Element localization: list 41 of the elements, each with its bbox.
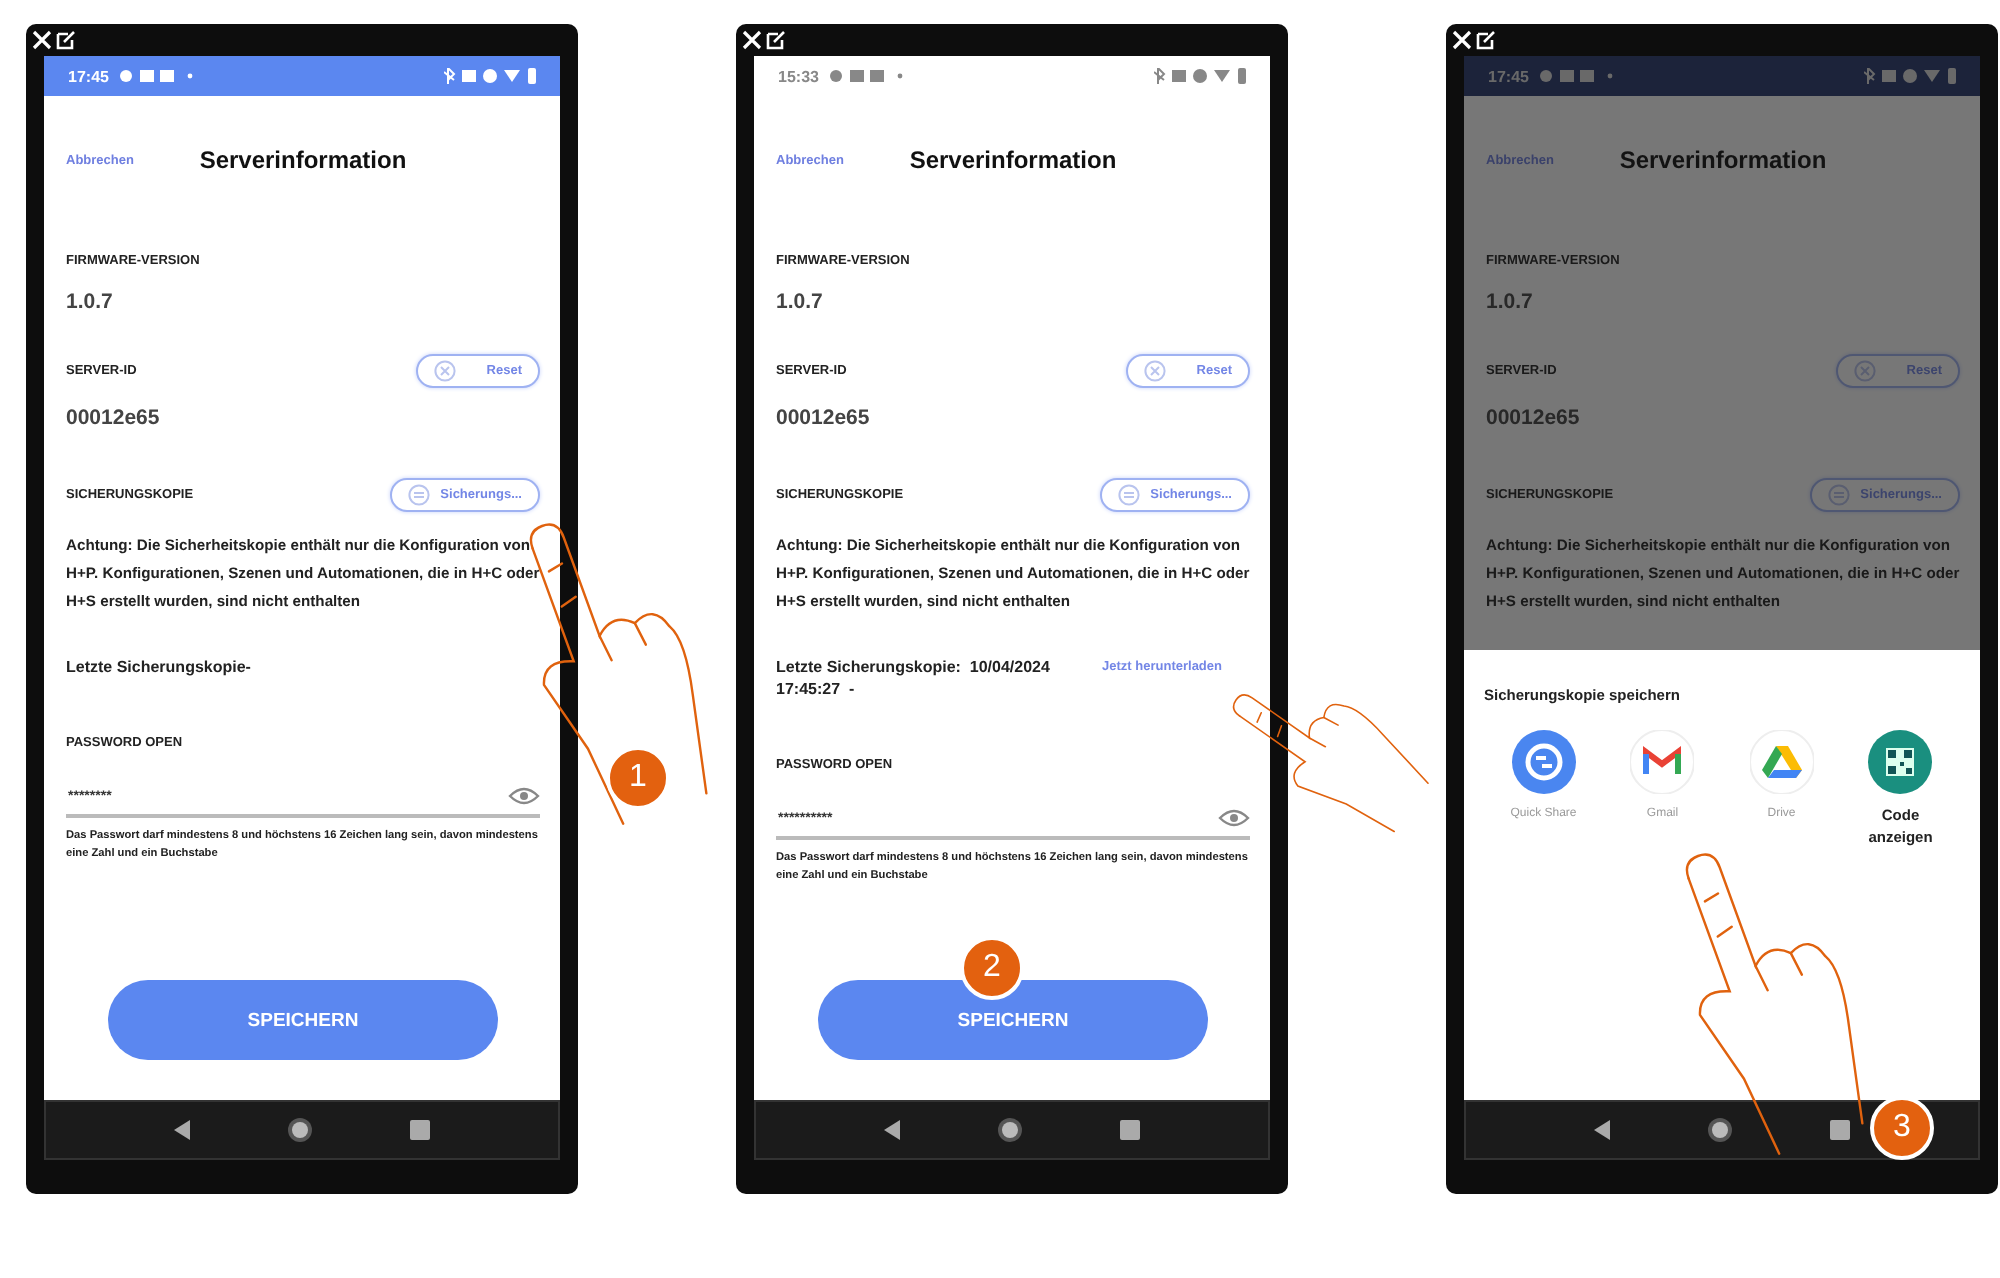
server-id-value: 00012e65 [66,404,162,432]
eye-icon[interactable] [508,786,540,806]
drive-app-icon[interactable] [1749,730,1814,794]
close-icon [742,30,762,50]
qr-code-icon[interactable] [1868,730,1933,794]
close-icon [1452,30,1472,50]
back-button[interactable] [883,1120,902,1140]
system-status-icons [1864,68,1960,84]
close-circle-icon [1854,360,1877,382]
last-backup-text: Letzte Sicherungskopie- [66,656,251,678]
mail-app-icon[interactable] [1630,730,1695,794]
status-time: 17:45 [68,67,109,85]
edit-icon [766,30,786,50]
close-icon [32,30,52,50]
save-button[interactable]: SPEICHERN [108,980,498,1060]
last-backup-text: Letzte Sicherungskopie: 10/04/2024 17:45:27 - [776,656,1052,700]
recents-button[interactable] [1120,1120,1141,1140]
eye-icon[interactable] [1218,808,1250,828]
recents-button[interactable] [410,1120,431,1140]
screen-title: Serverinformation [1619,146,1827,174]
firmware-value: 1.0.7 [776,288,825,316]
close-circle-icon [434,360,457,382]
home-button[interactable] [286,1116,315,1144]
close-circle-icon [1144,360,1167,382]
status-time: 17:45 [1488,67,1529,85]
edit-icon [56,30,76,50]
firmware-value: 1.0.7 [1486,288,1535,316]
system-status-icons [444,68,540,84]
step-badge: 1 [606,746,670,810]
system-status-icons [1154,68,1250,84]
screen-title: Serverinformation [909,146,1117,174]
home-button[interactable] [996,1116,1025,1144]
edit-icon [1476,30,1496,50]
server-id-value: 00012e65 [1486,404,1582,432]
firmware-value: 1.0.7 [66,288,115,316]
share-app-icon[interactable] [1511,730,1576,794]
server-id-value: 00012e65 [776,404,872,432]
back-button[interactable] [173,1120,192,1140]
screen-title: Serverinformation [199,146,407,174]
save-button[interactable]: SPEICHERN [818,980,1208,1060]
status-time: 15:33 [778,67,819,85]
